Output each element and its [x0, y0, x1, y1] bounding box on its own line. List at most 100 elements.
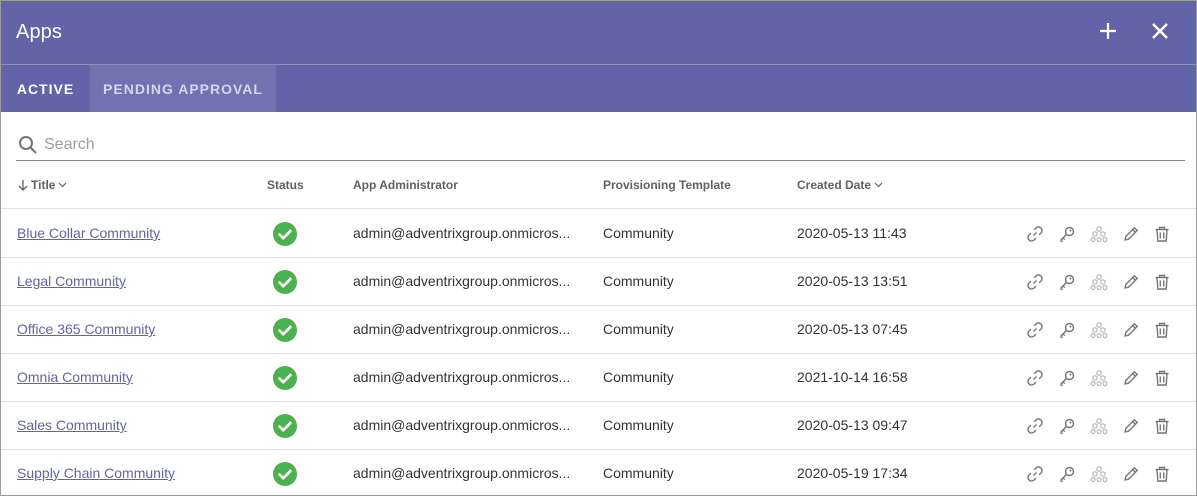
dialog-header: Apps — [1, 1, 1196, 64]
delete-button[interactable] — [1152, 224, 1172, 244]
link-button[interactable] — [1025, 272, 1045, 292]
delete-button[interactable] — [1152, 416, 1172, 436]
pencil-icon — [1124, 371, 1138, 385]
permissions-button[interactable] — [1057, 464, 1077, 484]
link-icon — [1027, 466, 1043, 482]
pencil-icon — [1124, 323, 1138, 337]
permissions-button[interactable] — [1057, 272, 1077, 292]
link-icon — [1027, 322, 1043, 338]
app-admin: admin@adventrixgroup.onmicros... — [353, 225, 571, 241]
sitemap-button — [1089, 368, 1109, 388]
check-circle-icon — [273, 414, 297, 438]
link-button[interactable] — [1025, 464, 1045, 484]
tab-active[interactable]: ACTIVE — [1, 65, 90, 112]
sitemap-icon — [1090, 274, 1108, 291]
app-admin: admin@adventrixgroup.onmicros... — [353, 417, 571, 433]
permissions-button[interactable] — [1057, 416, 1077, 436]
column-header-template: Provisioning Template — [603, 178, 731, 192]
chevron-down-icon — [874, 182, 883, 188]
table-header: Title Status App Administrator Provision… — [1, 163, 1196, 209]
app-admin: admin@adventrixgroup.onmicros... — [353, 321, 571, 337]
delete-button[interactable] — [1152, 320, 1172, 340]
column-header-status: Status — [267, 178, 304, 192]
link-button[interactable] — [1025, 416, 1045, 436]
delete-button[interactable] — [1152, 368, 1172, 388]
app-title-link[interactable]: Legal Community — [17, 273, 126, 289]
sitemap-icon — [1090, 466, 1108, 483]
check-circle-icon — [273, 366, 297, 390]
edit-button[interactable] — [1121, 464, 1141, 484]
close-button[interactable] — [1147, 18, 1173, 44]
check-circle-icon — [273, 318, 297, 342]
search-box — [16, 129, 1185, 161]
edit-button[interactable] — [1121, 416, 1141, 436]
column-created-label: Created Date — [797, 178, 872, 192]
provisioning-template: Community — [603, 465, 674, 481]
table-row: Office 365 Community admin@adventrixgrou… — [1, 306, 1196, 354]
check-circle-icon — [273, 270, 297, 294]
link-icon — [1027, 370, 1043, 386]
created-date: 2020-05-13 13:51 — [797, 273, 908, 289]
key-icon — [1060, 274, 1075, 291]
edit-button[interactable] — [1121, 320, 1141, 340]
link-button[interactable] — [1025, 224, 1045, 244]
sitemap-button — [1089, 272, 1109, 292]
check-circle-icon — [273, 462, 297, 486]
link-button[interactable] — [1025, 320, 1045, 340]
sitemap-icon — [1090, 226, 1108, 243]
dialog-title: Apps — [16, 21, 62, 43]
key-icon — [1060, 226, 1075, 243]
trash-icon — [1155, 418, 1169, 434]
table-row: Sales Community admin@adventrixgroup.onm… — [1, 402, 1196, 450]
key-icon — [1060, 322, 1075, 339]
app-title-link[interactable]: Blue Collar Community — [17, 225, 160, 241]
link-icon — [1027, 274, 1043, 290]
edit-button[interactable] — [1121, 368, 1141, 388]
tab-pending-approval[interactable]: PENDING APPROVAL — [90, 65, 276, 112]
edit-button[interactable] — [1121, 224, 1141, 244]
trash-icon — [1155, 370, 1169, 386]
trash-icon — [1155, 322, 1169, 338]
search-input[interactable] — [44, 133, 1174, 157]
provisioning-template: Community — [603, 321, 674, 337]
plus-icon — [1100, 23, 1116, 39]
tab-bar: ACTIVE PENDING APPROVAL — [1, 65, 1196, 112]
app-title-link[interactable]: Office 365 Community — [17, 321, 155, 337]
permissions-button[interactable] — [1057, 224, 1077, 244]
trash-icon — [1155, 466, 1169, 482]
provisioning-template: Community — [603, 369, 674, 385]
app-title-link[interactable]: Omnia Community — [17, 369, 133, 385]
apps-dialog: Apps ACTIVE PENDING APPROVAL Title Statu… — [0, 0, 1197, 496]
provisioning-template: Community — [603, 225, 674, 241]
permissions-button[interactable] — [1057, 320, 1077, 340]
sitemap-button — [1089, 224, 1109, 244]
chevron-down-icon — [59, 182, 67, 188]
key-icon — [1060, 466, 1075, 483]
key-icon — [1060, 418, 1075, 435]
column-header-admin: App Administrator — [353, 178, 458, 192]
column-header-created-date[interactable]: Created Date — [797, 178, 883, 192]
table-row: Omnia Community admin@adventrixgroup.onm… — [1, 354, 1196, 402]
table-row: Legal Community admin@adventrixgroup.onm… — [1, 258, 1196, 306]
delete-button[interactable] — [1152, 272, 1172, 292]
check-circle-icon — [273, 222, 297, 246]
delete-button[interactable] — [1152, 464, 1172, 484]
created-date: 2020-05-13 11:43 — [797, 225, 907, 241]
sitemap-icon — [1090, 370, 1108, 387]
pencil-icon — [1124, 227, 1138, 241]
add-app-button[interactable] — [1095, 18, 1121, 44]
edit-button[interactable] — [1121, 272, 1141, 292]
sitemap-icon — [1090, 418, 1108, 435]
created-date: 2020-05-19 17:34 — [797, 465, 908, 481]
sort-arrow-down-icon — [18, 180, 28, 191]
app-title-link[interactable]: Supply Chain Community — [17, 465, 175, 481]
table-row: Blue Collar Community admin@adventrixgro… — [1, 210, 1196, 258]
provisioning-template: Community — [603, 273, 674, 289]
provisioning-template: Community — [603, 417, 674, 433]
app-title-link[interactable]: Sales Community — [17, 417, 127, 433]
created-date: 2021-10-14 16:58 — [797, 369, 908, 385]
link-button[interactable] — [1025, 368, 1045, 388]
app-admin: admin@adventrixgroup.onmicros... — [353, 273, 571, 289]
column-header-title[interactable]: Title — [17, 178, 67, 192]
permissions-button[interactable] — [1057, 368, 1077, 388]
